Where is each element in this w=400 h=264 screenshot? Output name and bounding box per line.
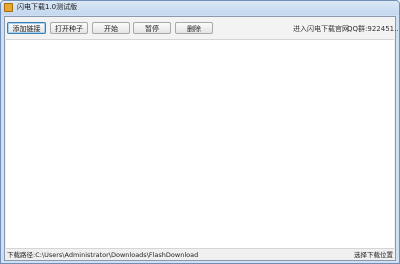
add-link-button[interactable]: 添加链接 [7,22,46,34]
status-bar: 下载路径:C:\Users\Administrator\Downloads\Fl… [5,250,395,260]
download-path-text: 下载路径:C:\Users\Administrator\Downloads\Fl… [7,251,199,259]
download-list-area[interactable] [6,39,394,249]
app-icon [4,3,13,12]
window-title: 闪电下载1.0测试版 [17,3,78,11]
choose-location-link[interactable]: 选择下载位置 [354,251,393,259]
client-area: 添加链接 打开种子 开始 暂停 删除 进入闪电下载官网 QQ群:922451..… [4,16,399,261]
app-window: 闪电下载1.0测试版 添加链接 打开种子 开始 暂停 删除 进入闪电下载官网 Q… [0,0,400,264]
website-link[interactable]: 进入闪电下载官网 [293,25,349,33]
toolbar: 添加链接 打开种子 开始 暂停 删除 进入闪电下载官网 QQ群:922451..… [5,17,399,39]
open-torrent-button[interactable]: 打开种子 [50,22,88,34]
pause-button[interactable]: 暂停 [133,22,171,34]
title-bar[interactable]: 闪电下载1.0测试版 [1,1,399,15]
delete-button[interactable]: 删除 [175,22,213,34]
qq-group-text: QQ群:922451... [347,25,400,33]
start-button[interactable]: 开始 [92,22,130,34]
